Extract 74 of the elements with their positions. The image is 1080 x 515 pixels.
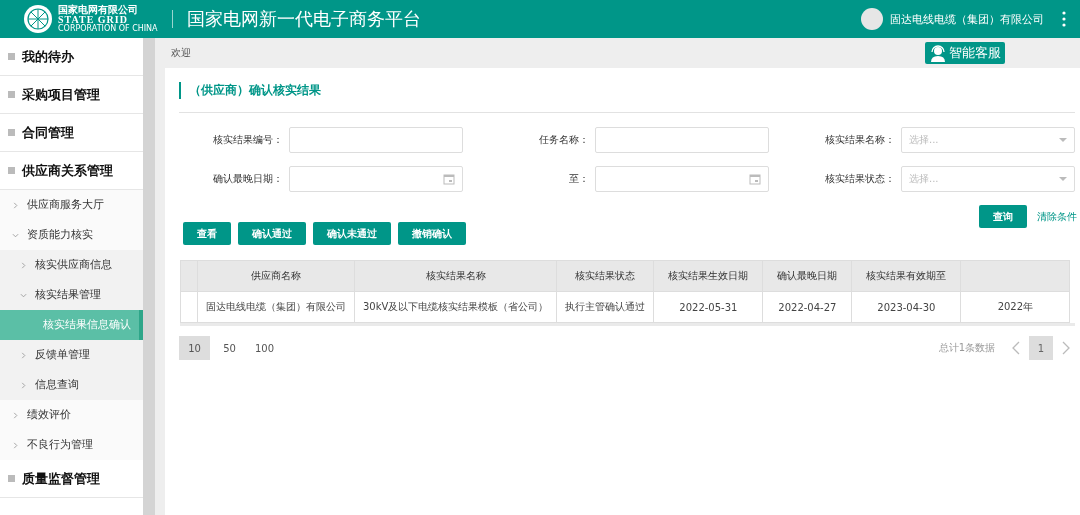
more-icon[interactable]: [1062, 11, 1066, 27]
query-button[interactable]: 查询: [979, 205, 1027, 228]
date-field[interactable]: [595, 166, 769, 192]
column-header: 核实结果生效日期: [653, 260, 763, 292]
dropdown-caret-icon: [1059, 137, 1067, 143]
field-label: 至：: [568, 172, 590, 186]
app-title: 国家电网新一代电子商务平台: [186, 7, 421, 31]
input-field[interactable]: [595, 127, 769, 153]
page-number[interactable]: 1: [1029, 336, 1053, 360]
field-label: 核实结果状态：: [824, 172, 896, 186]
date-field[interactable]: [289, 166, 463, 192]
chevron-icon: [12, 441, 19, 449]
menu-item[interactable]: 资质能力核实: [0, 220, 143, 250]
chevron-icon: [20, 261, 27, 269]
chevron-icon: [20, 381, 27, 389]
chevron-icon: [20, 351, 27, 359]
square-icon: [8, 167, 15, 174]
logo-text: 国家电网有限公司: [58, 5, 139, 15]
chevron-icon: [12, 231, 19, 239]
menu-item[interactable]: 供应商服务大厅: [0, 190, 143, 220]
chevron-icon: [20, 291, 27, 299]
menu-item[interactable]: 绩效评价: [0, 400, 143, 430]
table-cell: 2023-04-30: [851, 291, 961, 323]
dropdown-caret-icon: [1059, 176, 1067, 182]
scrollbar[interactable]: [143, 38, 155, 515]
headset-person-icon: [929, 44, 947, 62]
breadcrumb[interactable]: 欢迎: [171, 46, 191, 60]
action-button[interactable]: 撤销确认: [398, 222, 466, 245]
action-button[interactable]: 查看: [183, 222, 231, 245]
column-header: 供应商名称: [197, 260, 355, 292]
page-size-option[interactable]: 50: [214, 336, 245, 360]
page-size-option[interactable]: 10: [179, 336, 210, 360]
field-label: 任务名称：: [538, 133, 590, 147]
panel-title: （供应商）确认核实结果: [179, 81, 321, 99]
support-button[interactable]: 智能客服: [925, 42, 1005, 64]
square-icon: [8, 129, 15, 136]
page-size-option[interactable]: 100: [249, 336, 280, 360]
square-icon: [8, 91, 15, 98]
menu-item[interactable]: 核实供应商信息: [0, 250, 143, 280]
field-label: 确认最晚日期：: [212, 172, 284, 186]
total-count: 总计1条数据: [938, 341, 995, 355]
column-header: 核实结果状态: [556, 260, 654, 292]
globe-logo-icon: [22, 3, 54, 35]
square-icon: [8, 475, 15, 482]
input-field[interactable]: [289, 127, 463, 153]
user-name[interactable]: 固达电线电缆（集团）有限公司: [890, 11, 1044, 27]
next-page-icon[interactable]: [1061, 341, 1071, 355]
calendar-icon: [443, 173, 455, 185]
field-label: 核实结果编号：: [212, 133, 284, 147]
field-label: 核实结果名称：: [824, 133, 896, 147]
table-cell: 执行主管确认通过: [556, 291, 654, 323]
table-cell: 2022-05-31: [653, 291, 763, 323]
chevron-icon: [12, 201, 19, 209]
previous-page-icon[interactable]: [1011, 341, 1021, 355]
menu-item[interactable]: 信息查询: [0, 370, 143, 400]
table-cell: 2022年: [960, 291, 1070, 323]
logo-text: CORPORATION OF CHINA: [58, 25, 158, 33]
table-cell: 固达电线电缆（集团）有限公司: [197, 291, 355, 323]
calendar-icon: [749, 173, 761, 185]
table-cell: 2022-04-27: [762, 291, 852, 323]
square-icon: [8, 53, 15, 60]
column-header: 核实结果名称: [354, 260, 557, 292]
clear-link[interactable]: 清除条件: [1037, 209, 1077, 224]
menu-item[interactable]: 不良行为管理: [0, 430, 143, 460]
menu-item[interactable]: 反馈单管理: [0, 340, 143, 370]
action-button[interactable]: 确认未通过: [313, 222, 391, 245]
menu-item[interactable]: 核实结果管理: [0, 280, 143, 310]
avatar[interactable]: [861, 8, 883, 30]
chevron-icon: [12, 411, 19, 419]
column-header: 确认最晚日期: [762, 260, 852, 292]
action-button[interactable]: 确认通过: [238, 222, 306, 245]
column-header: 核实结果有效期至: [851, 260, 961, 292]
logo-text: STATE GRID: [58, 15, 129, 25]
table-cell: 30kV及以下电缆核实结果模板（省公司）: [354, 291, 557, 323]
